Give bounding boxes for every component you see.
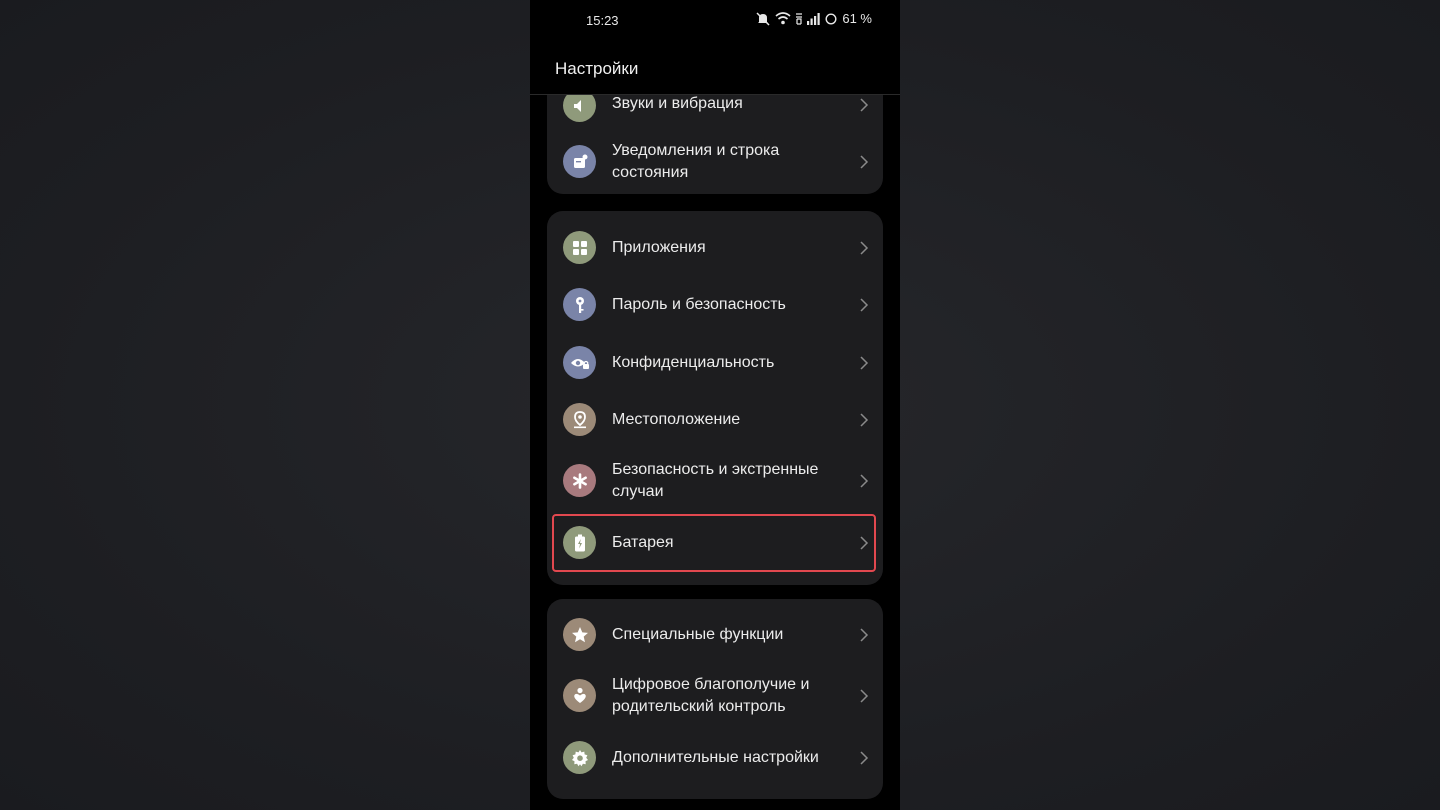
chevron-right-icon (860, 628, 869, 642)
notification-icon (573, 154, 587, 168)
settings-item-label: Конфиденциальность (612, 354, 775, 371)
battery-ring-icon (825, 12, 837, 25)
phone-screen: 15:23 61 % Настройки Звуки и вибрация Ув… (530, 0, 900, 810)
chevron-right-icon (860, 751, 869, 765)
sound-icon (573, 99, 581, 112)
asterisk-icon (572, 472, 587, 489)
battery-percent: 61 % (842, 11, 872, 26)
chevron-right-icon (860, 689, 869, 703)
settings-card-sound: Звуки и вибрация Уведомления и строка со… (547, 94, 883, 194)
signal-icon (807, 12, 821, 25)
chevron-right-icon (860, 98, 869, 112)
settings-item-wellbeing[interactable]: Цифровое благополучие и родительский кон… (547, 664, 883, 728)
chevron-right-icon (860, 356, 869, 370)
settings-item-label: Уведомления и строка состояния (612, 142, 780, 181)
settings-item-label: Приложения (612, 239, 706, 256)
settings-card-extra: Специальные функции Цифровое благополучи… (547, 599, 883, 799)
settings-item-label: Местоположение (612, 411, 741, 428)
chevron-right-icon (860, 413, 869, 427)
settings-item-privacy[interactable]: Конфиденциальность (547, 336, 883, 390)
settings-item-emergency[interactable]: Безопасность и экстренные случаи (547, 449, 883, 513)
star-icon (571, 626, 588, 642)
settings-item-notifications[interactable]: Уведомления и строка состояния (547, 130, 883, 194)
settings-item-accessibility[interactable]: Специальные функции (547, 608, 883, 662)
chevron-right-icon (860, 241, 869, 255)
settings-item-apps[interactable]: Приложения (547, 221, 883, 275)
settings-list[interactable]: Звуки и вибрация Уведомления и строка со… (530, 94, 900, 810)
settings-item-label: Цифровое благополучие и родительский кон… (612, 676, 810, 715)
settings-item-label: Звуки и вибрация (612, 95, 743, 112)
settings-item-sound[interactable]: Звуки и вибрация (547, 94, 883, 130)
privacy-icon-circle (563, 346, 596, 379)
mute-icon (756, 11, 770, 26)
wifi-icon (775, 12, 791, 25)
gear-icon (571, 749, 588, 766)
settings-item-password[interactable]: Пароль и безопасность (547, 278, 883, 332)
settings-item-location[interactable]: Местоположение (547, 393, 883, 447)
chevron-right-icon (860, 298, 869, 312)
settings-item-label: Дополнительные настройки (612, 749, 819, 766)
key-icon (575, 296, 584, 313)
accessibility-icon-circle (563, 618, 596, 651)
settings-item-label: Специальные функции (612, 626, 784, 643)
emergency-icon-circle (563, 464, 596, 497)
settings-item-label: Пароль и безопасность (612, 296, 786, 313)
status-time: 15:23 (586, 13, 619, 28)
battery-highlight-frame (552, 514, 876, 572)
location-pin-icon (573, 410, 586, 428)
chevron-right-icon (860, 474, 869, 488)
location-icon-circle (563, 403, 596, 436)
status-icons: 61 % (755, 11, 872, 26)
notification-icon-circle (563, 145, 596, 178)
additional-icon-circle (563, 741, 596, 774)
eye-lock-icon (570, 358, 589, 369)
wellbeing-icon (573, 687, 586, 703)
settings-header: Настройки (530, 40, 900, 95)
apps-grid-icon (572, 240, 587, 255)
video-frame: 15:23 61 % Настройки Звуки и вибрация Ув… (0, 0, 1440, 810)
password-icon-circle (563, 288, 596, 321)
sound-icon-circle (563, 94, 596, 122)
apps-icon-circle (563, 231, 596, 264)
page-title: Настройки (555, 59, 639, 78)
network-type-icon (796, 12, 803, 25)
settings-item-additional[interactable]: Дополнительные настройки (547, 731, 883, 785)
status-bar: 15:23 61 % (530, 0, 900, 40)
wellbeing-icon-circle (563, 679, 596, 712)
settings-item-label: Безопасность и экстренные случаи (612, 461, 819, 500)
chevron-right-icon (860, 155, 869, 169)
